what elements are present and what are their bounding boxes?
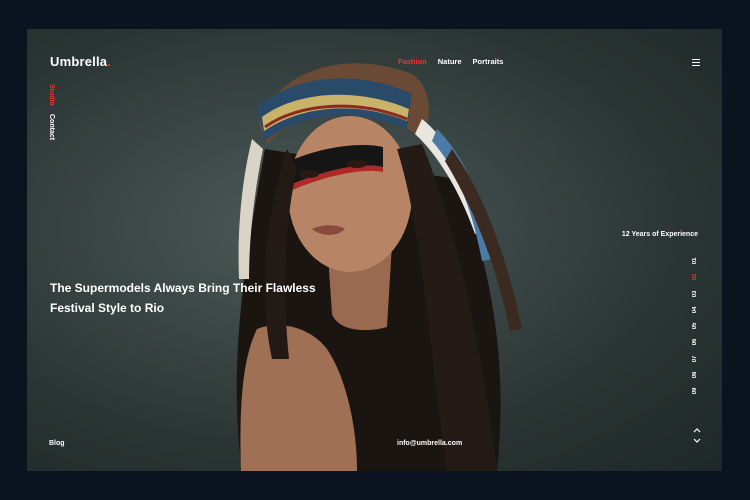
pager-item[interactable]: 09 — [692, 383, 698, 399]
brand-logo[interactable]: Umbrella. — [50, 54, 111, 69]
pager-item[interactable]: 03 — [692, 286, 698, 302]
nav-item-fashion[interactable]: Fashion — [398, 57, 427, 66]
headline-line-2: Festival Style to Rio — [50, 301, 165, 315]
nav-item-nature[interactable]: Nature — [438, 57, 462, 66]
email-link[interactable]: info@umbrella.com — [397, 440, 462, 447]
pager-item[interactable]: 07 — [692, 351, 698, 367]
pager-item[interactable]: 01 — [692, 253, 698, 269]
chevron-up-icon[interactable] — [693, 428, 701, 433]
experience-label: 12 Years of Experience — [621, 231, 698, 238]
nav-item-portraits[interactable]: Portraits — [473, 57, 504, 66]
top-nav: Fashion Nature Portraits — [398, 57, 503, 66]
side-nav-item-studio[interactable]: Studio — [48, 84, 55, 106]
hero-headline: The Supermodels Always Bring Their Flawl… — [50, 278, 330, 318]
slide-pager: 01 02 03 04 05 06 07 08 09 — [692, 253, 702, 400]
side-nav-item-contact[interactable]: Contact — [48, 114, 55, 140]
pager-item[interactable]: 08 — [692, 367, 698, 383]
headline-line-1: The Supermodels Always Bring Their Flawl… — [50, 281, 316, 295]
pager-item-active[interactable]: 02 — [692, 269, 698, 285]
chevron-down-icon[interactable] — [693, 438, 701, 443]
pager-item[interactable]: 06 — [692, 334, 698, 350]
slide-arrows — [693, 428, 701, 448]
pager-item[interactable]: 05 — [692, 318, 698, 334]
model-photo — [236, 63, 522, 471]
hero-frame: Umbrella. Fashion Nature Portraits Studi… — [27, 29, 722, 471]
side-nav: Studio Contact — [48, 84, 55, 140]
hamburger-icon[interactable] — [692, 59, 700, 66]
pager-item[interactable]: 04 — [692, 302, 698, 318]
blog-link[interactable]: Blog — [49, 440, 65, 447]
